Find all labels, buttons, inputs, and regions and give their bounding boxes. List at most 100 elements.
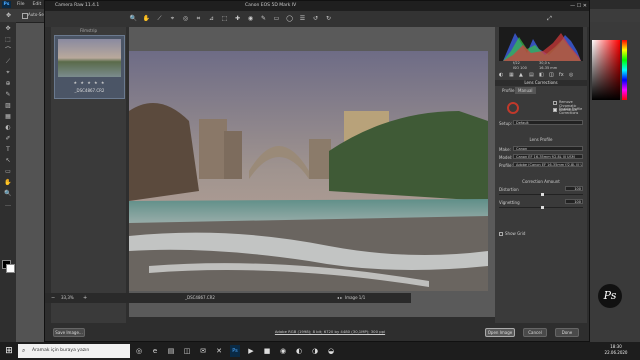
photoshop-icon[interactable]: Ps — [230, 345, 240, 357]
hand-tool-icon[interactable]: ✋ — [3, 178, 13, 187]
photo-preview[interactable] — [129, 51, 488, 291]
pen-tool-icon[interactable]: ✐ — [3, 134, 13, 143]
zoom-tool-icon[interactable]: 🔍 — [3, 189, 13, 198]
app3-icon[interactable]: ◑ — [310, 345, 320, 357]
make-label: Make: — [499, 147, 511, 152]
preferences-icon[interactable]: ☰ — [298, 14, 307, 23]
distortion-slider[interactable] — [499, 193, 583, 196]
setup-label: Setup: — [499, 121, 512, 126]
detail-icon[interactable]: ▲ — [519, 72, 523, 78]
taskbar-search[interactable]: ⌕ Aramak için buraya yazın — [18, 344, 130, 358]
store-icon[interactable]: ◫ — [182, 345, 192, 357]
model-dropdown[interactable]: Canon EF 16-35mm f/2.8L III USM — [513, 154, 583, 159]
show-grid-checkbox[interactable] — [499, 232, 503, 236]
task-view-icon[interactable]: ◎ — [134, 345, 144, 357]
eyedropper-tool-icon[interactable]: ⊕ — [3, 79, 13, 88]
model-label: Model: — [499, 155, 513, 160]
transform-icon[interactable]: ⬚ — [220, 14, 229, 23]
tab-manual[interactable]: Manual — [515, 87, 536, 94]
exif-iso: ISO 100 — [513, 66, 527, 70]
distortion-value[interactable]: 100 — [565, 186, 583, 191]
save-image-button[interactable]: Save Image... — [53, 328, 85, 337]
white-balance-icon[interactable]: ⟋ — [155, 14, 164, 23]
adjustment-brush-icon[interactable]: ✎ — [259, 14, 268, 23]
quick-select-tool-icon[interactable]: ⟋ — [3, 57, 13, 66]
background-color-swatch[interactable] — [6, 264, 15, 273]
stamp-tool-icon[interactable]: ▨ — [3, 101, 13, 110]
red-eye-icon[interactable]: ◉ — [246, 14, 255, 23]
app2-icon[interactable]: ◐ — [294, 345, 304, 357]
straighten-icon[interactable]: ⊿ — [207, 14, 216, 23]
distortion-slider-thumb[interactable] — [541, 193, 544, 196]
chrome-icon[interactable]: ◉ — [278, 345, 288, 357]
app-icon[interactable]: ✕ — [214, 345, 224, 357]
vignetting-slider[interactable] — [499, 206, 583, 209]
file-explorer-icon[interactable]: ▤ — [166, 345, 176, 357]
menu-edit[interactable]: Edit — [33, 0, 42, 9]
radial-filter-icon[interactable]: ◯ — [285, 14, 294, 23]
app4-icon[interactable]: ◒ — [326, 345, 336, 357]
brush-tool-icon[interactable]: ✎ — [3, 90, 13, 99]
move-tool-icon[interactable]: ✥ — [3, 24, 13, 33]
image-preview-area[interactable] — [129, 27, 495, 317]
calibration-icon[interactable]: ◎ — [569, 72, 573, 78]
edge-icon[interactable]: e — [150, 345, 160, 357]
vignetting-value[interactable]: 100 — [565, 199, 583, 204]
panel-tabs: ◐ ▦ ▲ ▤ ◧ ◫ fx ◎ — [497, 72, 585, 79]
cancel-button[interactable]: Cancel — [523, 328, 547, 337]
enable-profile-checkbox[interactable] — [553, 108, 557, 112]
mail-icon[interactable]: ✉ — [198, 345, 208, 357]
dodge-tool-icon[interactable]: ◐ — [3, 123, 13, 132]
adjustments-panel: f/22 30,0 s ISO 100 16-35 mm ◐ ▦ ▲ ▤ ◧ ◫… — [495, 27, 587, 333]
window-controls[interactable]: — ☐ ✕ — [570, 1, 587, 11]
thumbnail-rating[interactable]: ★ ★ ★ ★ ★ — [55, 80, 124, 85]
move-tool-icon[interactable]: ✥ — [6, 12, 13, 19]
path-select-tool-icon[interactable]: ↖ — [3, 156, 13, 165]
setup-dropdown[interactable]: Default — [513, 120, 583, 125]
taskbar-clock[interactable]: 18:30 22.06.2020 — [596, 344, 636, 356]
rotate-right-icon[interactable]: ↻ — [324, 14, 333, 23]
effects-icon[interactable]: fx — [559, 72, 564, 78]
preview-status-bar: − 33,3% + _DSC4867.CR2 ◂ ▸ Image 1/1 — [45, 293, 411, 303]
profile-dropdown[interactable]: Adobe (Canon EF 16-35mm f/2.8L III USM) — [513, 162, 583, 167]
lens-corrections-icon[interactable]: ◫ — [549, 72, 554, 78]
hsl-icon[interactable]: ▤ — [529, 72, 534, 78]
spot-removal-icon[interactable]: ✚ — [233, 14, 242, 23]
zoom-out-icon[interactable]: − — [51, 295, 55, 301]
windows-taskbar: ⊞ ⌕ Aramak için buraya yazın ◎ e ▤ ◫ ✉ ✕… — [0, 342, 640, 360]
workflow-options-link[interactable]: Adobe RGB (1998); 8 bit; 6720 by 4480 (3… — [245, 323, 415, 341]
image-nav-icon[interactable]: ◂ ▸ — [337, 293, 342, 303]
remove-ca-checkbox[interactable] — [553, 101, 557, 105]
rotate-left-icon[interactable]: ↺ — [311, 14, 320, 23]
filmstrip-thumbnail[interactable]: ★ ★ ★ ★ ★ _DSC4867.CR2 — [54, 35, 125, 99]
open-image-button[interactable]: Open Image — [485, 328, 515, 337]
done-button[interactable]: Done — [555, 328, 579, 337]
lasso-tool-icon[interactable]: ⌒ — [3, 46, 13, 55]
split-toning-icon[interactable]: ◧ — [539, 72, 544, 78]
targeted-adjust-icon[interactable]: ◎ — [181, 14, 190, 23]
menu-file[interactable]: File — [17, 0, 25, 9]
color-picker-field[interactable] — [592, 40, 620, 100]
crop-icon[interactable]: ⌗ — [194, 14, 203, 23]
media-icon[interactable]: ▶ — [246, 345, 256, 357]
type-tool-icon[interactable]: T — [3, 145, 13, 154]
vignetting-slider-thumb[interactable] — [541, 206, 544, 209]
windows-start-icon[interactable]: ⊞ — [2, 344, 16, 358]
eraser-tool-icon[interactable]: ▦ — [3, 112, 13, 121]
zoom-icon[interactable]: 🔍 — [129, 14, 138, 23]
zoom-level[interactable]: 33,3% — [61, 293, 74, 303]
shape-tool-icon[interactable]: ▭ — [3, 167, 13, 176]
graduated-filter-icon[interactable]: ▭ — [272, 14, 281, 23]
hue-slider[interactable] — [622, 40, 627, 100]
more-tools-icon[interactable]: … — [3, 200, 13, 209]
crop-tool-icon[interactable]: ⌖ — [3, 68, 13, 77]
zoom-in-icon[interactable]: + — [83, 295, 87, 301]
explorer-icon[interactable]: ■ — [262, 345, 272, 357]
make-dropdown[interactable]: Canon — [513, 146, 583, 151]
hand-icon[interactable]: ✋ — [142, 14, 151, 23]
fullscreen-icon[interactable]: ⤢ — [545, 14, 554, 23]
tone-curve-icon[interactable]: ▦ — [509, 72, 514, 78]
basic-panel-icon[interactable]: ◐ — [499, 72, 503, 78]
marquee-tool-icon[interactable]: ⬚ — [3, 35, 13, 44]
color-sampler-icon[interactable]: ⌖ — [168, 14, 177, 23]
